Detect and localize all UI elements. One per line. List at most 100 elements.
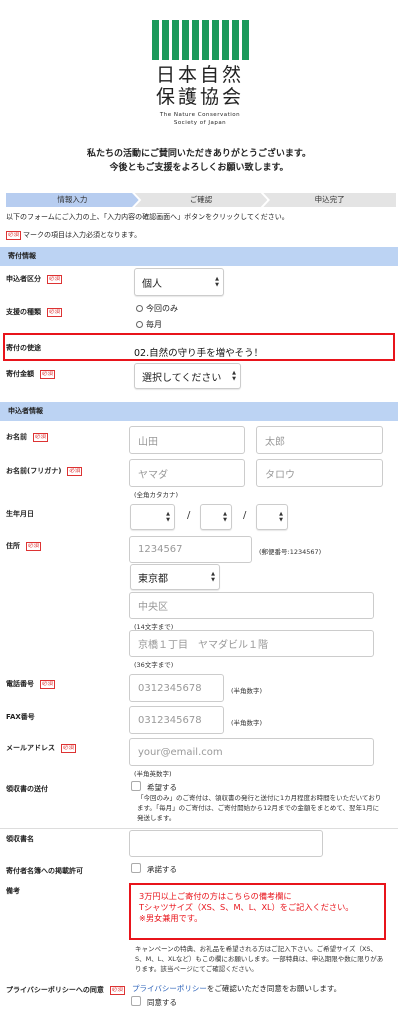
radio-once-label: 今回のみ bbox=[146, 304, 178, 313]
phone-hint: (半角数字) bbox=[231, 687, 263, 695]
remarks-text-line2: Tシャツサイズ（XS、S、M、L、XL）をご記入ください。 bbox=[139, 902, 354, 912]
zip-hint: (郵便番号:1234567) bbox=[259, 548, 322, 556]
first-name-input[interactable]: 太郎 bbox=[256, 426, 383, 454]
privacy-policy-link[interactable]: プライバシーポリシー bbox=[132, 984, 207, 993]
step-confirm: ご確認 bbox=[134, 193, 268, 207]
name-label-text: お名前 bbox=[6, 433, 27, 441]
thanks-line1: 私たちの活動にご賛同いただきありがとうございます。 bbox=[87, 149, 311, 159]
fax-hint: (半角数字) bbox=[231, 719, 263, 727]
fax-input[interactable]: 0312345678 bbox=[129, 706, 224, 734]
logo-en-line2: Society of Japan bbox=[173, 120, 227, 126]
remarks-label: 備考 bbox=[6, 886, 20, 896]
listing-checkbox[interactable] bbox=[131, 863, 141, 873]
amount-label: 寄付金額 必須 bbox=[6, 369, 56, 379]
street-input[interactable]: 京橋１丁目 ヤマダビル１階 bbox=[129, 630, 374, 657]
required-badge: 必須 bbox=[40, 679, 56, 689]
phone-label: 電話番号 必須 bbox=[6, 679, 56, 689]
listing-checkbox-label: 承諾する bbox=[147, 865, 177, 874]
applicant-type-select[interactable]: 個人 ▲ ▼ bbox=[134, 268, 224, 296]
required-badge: 必須 bbox=[33, 432, 49, 442]
thanks-line2: 今後ともご支援をよろしくお願い致します。 bbox=[109, 163, 289, 173]
remarks-text-line3: ※男女兼用です。 bbox=[139, 913, 203, 923]
receipt-label: 領収書の送付 bbox=[6, 784, 48, 794]
birth-day-select[interactable]: ▲ ▼ bbox=[256, 504, 288, 530]
kana-label-text: お名前(フリガナ) bbox=[6, 467, 62, 475]
purpose-label: 寄付の使途 bbox=[6, 343, 41, 353]
kana-label: お名前(フリガナ) 必須 bbox=[6, 466, 83, 476]
select-arrows-icon: ▲ ▼ bbox=[215, 276, 219, 288]
required-note-text: マークの項目は入力必須となります。 bbox=[23, 231, 142, 239]
select-arrows-icon: ▲ ▼ bbox=[166, 511, 170, 523]
prefecture-select[interactable]: 東京都 ▲ ▼ bbox=[130, 564, 220, 590]
support-type-label-text: 支援の種類 bbox=[6, 308, 41, 316]
divider bbox=[0, 828, 398, 829]
amount-select[interactable]: 選択してください ▲ ▼ bbox=[134, 363, 241, 389]
purpose-value: 02.自然の守り手を増やそう！ bbox=[134, 348, 264, 359]
select-arrows-icon: ▲ ▼ bbox=[232, 370, 236, 382]
last-name-kana-input[interactable]: ヤマダ bbox=[129, 459, 245, 487]
required-badge: 必須 bbox=[67, 466, 83, 476]
receipt-note: 「今回のみ」のご寄付は、領収書の発行と送付に1カ月程度お時間をいただいております… bbox=[137, 794, 382, 822]
first-name-kana-input[interactable]: タロウ bbox=[256, 459, 383, 487]
progress-steps: 情報入力 ご確認 申込完了 bbox=[6, 193, 397, 207]
radio-monthly[interactable]: 毎月 bbox=[136, 319, 162, 330]
radio-once[interactable]: 今回のみ bbox=[136, 303, 178, 314]
remarks-textarea[interactable]: 3万円以上ご寄付の方はこちらの備考欄に Tシャツサイズ（XS、S、M、L、XL）… bbox=[129, 883, 386, 940]
kana-hint: (全角カタカナ) bbox=[134, 491, 179, 499]
receipt-name-label: 領収書名 bbox=[6, 834, 34, 844]
zip-input[interactable]: 1234567 bbox=[129, 536, 252, 563]
birth-year-select[interactable]: ▲ ▼ bbox=[130, 504, 175, 530]
applicant-type-label: 申込者区分 必須 bbox=[6, 274, 63, 284]
remarks-label-text: 備考 bbox=[6, 887, 20, 895]
required-badge: 必須 bbox=[109, 985, 125, 995]
email-label-text: メールアドレス bbox=[6, 744, 55, 752]
required-badge: 必須 bbox=[47, 274, 63, 284]
applicant-type-value: 個人 bbox=[142, 278, 162, 290]
select-arrows-icon: ▲ ▼ bbox=[279, 511, 283, 523]
privacy-label: プライバシーポリシーへの同意 必須 bbox=[6, 985, 125, 995]
privacy-checkbox[interactable] bbox=[131, 996, 141, 1006]
required-badge: 必須 bbox=[40, 369, 56, 379]
name-label: お名前 必須 bbox=[6, 432, 49, 442]
radio-monthly-label: 毎月 bbox=[146, 320, 162, 329]
donation-section-header: 寄付情報 bbox=[0, 247, 398, 266]
listing-label: 寄付者名簿への掲載許可 bbox=[6, 866, 83, 876]
applicant-section-header: 申込者情報 bbox=[0, 402, 398, 421]
birthday-label: 生年月日 bbox=[6, 509, 34, 519]
receipt-checkbox[interactable] bbox=[131, 781, 141, 791]
applicant-type-label-text: 申込者区分 bbox=[6, 275, 41, 283]
intro-text: 以下のフォームにご入力の上、「入力内容の確認画面へ」ボタンをクリックしてください… bbox=[6, 213, 289, 221]
select-arrows-icon: ▲ ▼ bbox=[223, 511, 227, 523]
privacy-label-text: プライバシーポリシーへの同意 bbox=[6, 986, 104, 994]
birth-month-select[interactable]: ▲ ▼ bbox=[200, 504, 232, 530]
required-badge: 必須 bbox=[61, 743, 77, 753]
prefecture-value: 東京都 bbox=[138, 573, 168, 585]
privacy-text-after: をご確認いただき同意をお願いします。 bbox=[206, 984, 342, 993]
fax-label-text: FAX番号 bbox=[6, 713, 35, 721]
email-input[interactable]: your@email.com bbox=[129, 738, 374, 766]
city-input[interactable]: 中央区 bbox=[129, 592, 374, 619]
receipt-label-text: 領収書の送付 bbox=[6, 785, 48, 793]
remarks-note: キャンペーンの特典、お礼品を希望される方はご記入下さい。ご希望サイズ（XS、S、… bbox=[135, 945, 384, 973]
address-label: 住所 必須 bbox=[6, 541, 42, 551]
phone-label-text: 電話番号 bbox=[6, 680, 34, 688]
radio-circle-icon bbox=[136, 305, 143, 312]
required-badge: 必須 bbox=[47, 307, 63, 317]
email-label: メールアドレス 必須 bbox=[6, 743, 77, 753]
required-badge: 必須 bbox=[26, 541, 42, 551]
logo-kanji-line2: 保護協会 bbox=[155, 86, 244, 108]
remarks-text-line1: 3万円以上ご寄付の方はこちらの備考欄に bbox=[139, 891, 292, 901]
listing-label-text: 寄付者名簿への掲載許可 bbox=[6, 867, 83, 875]
receipt-name-label-text: 領収書名 bbox=[6, 835, 34, 843]
required-badge: 必須 bbox=[6, 230, 22, 240]
last-name-input[interactable]: 山田 bbox=[129, 426, 245, 454]
required-note: 必須 マークの項目は入力必須となります。 bbox=[6, 230, 141, 240]
amount-value: 選択してください bbox=[142, 372, 222, 384]
email-hint: (半角英数字) bbox=[134, 770, 172, 778]
receipt-name-input[interactable] bbox=[129, 830, 323, 857]
select-arrows-icon: ▲ ▼ bbox=[211, 571, 215, 583]
date-separator: / bbox=[243, 510, 247, 521]
phone-input[interactable]: 0312345678 bbox=[129, 674, 224, 702]
step-complete: 申込完了 bbox=[263, 193, 397, 207]
address-label-text: 住所 bbox=[6, 542, 20, 550]
